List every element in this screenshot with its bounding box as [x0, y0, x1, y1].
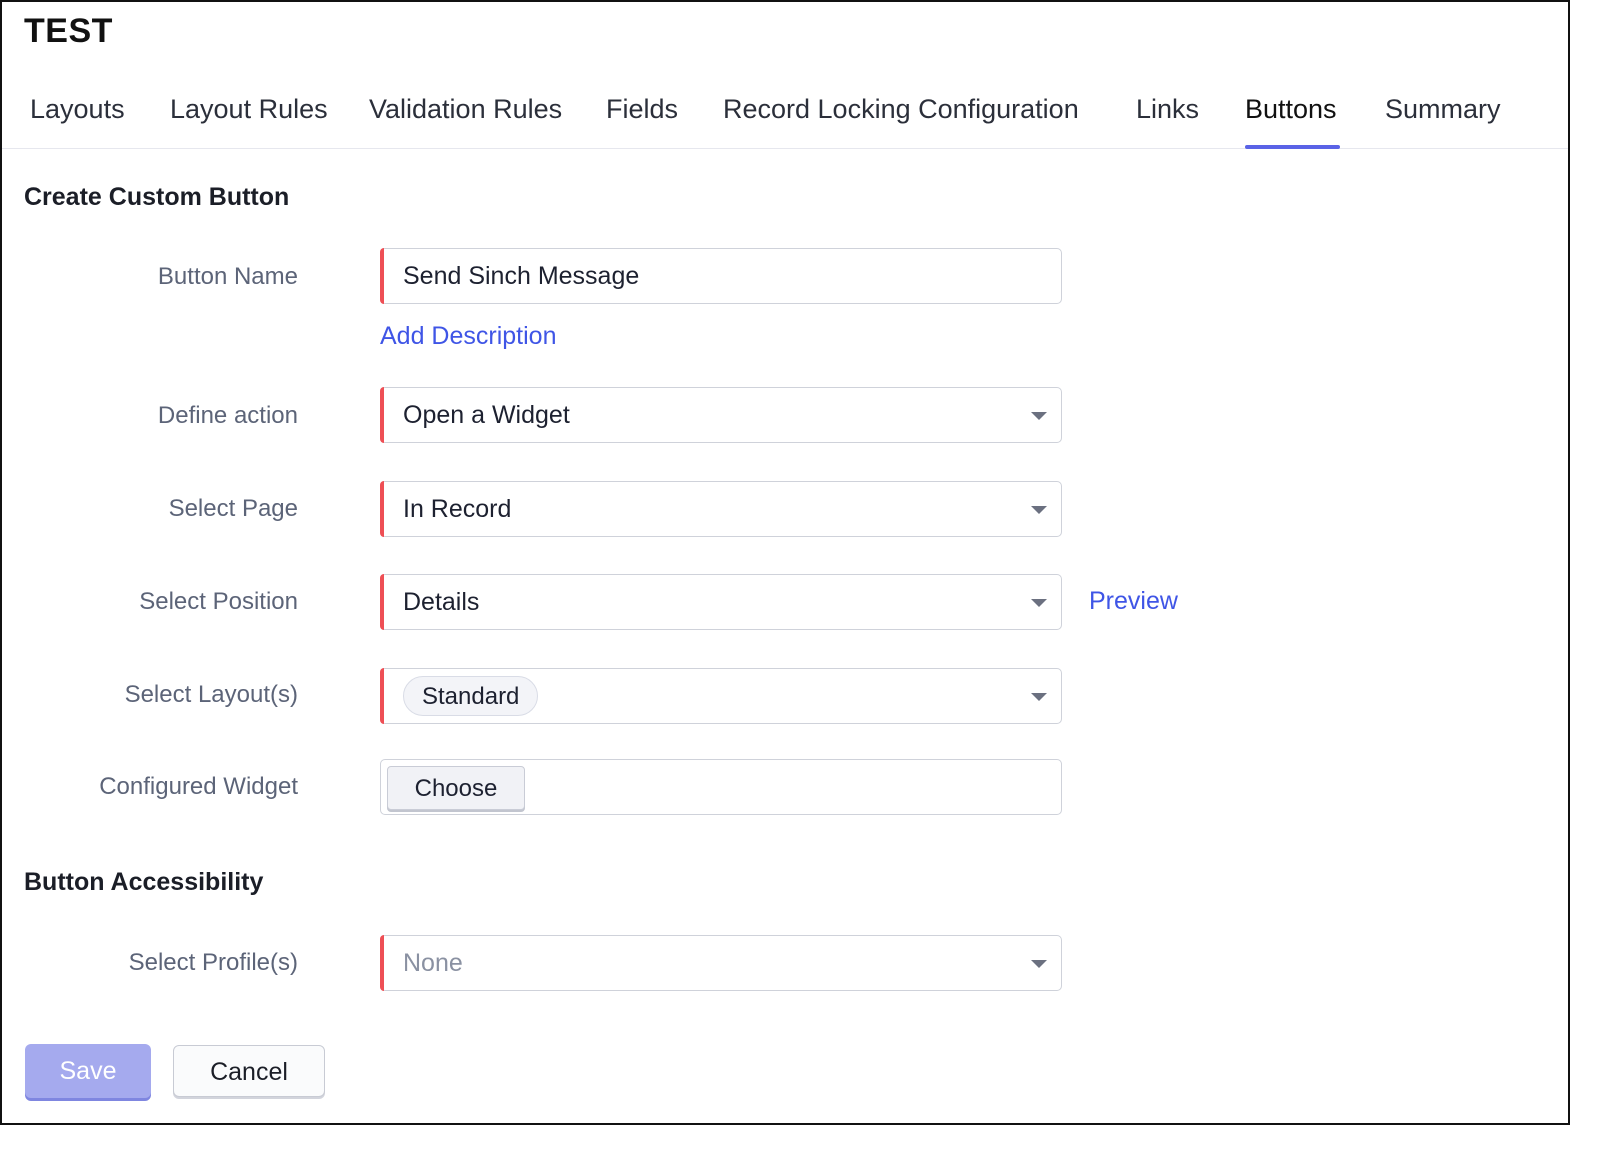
define-action-select[interactable]: Open a Widget — [380, 387, 1062, 443]
caret-down-icon — [1031, 506, 1047, 514]
add-description-link[interactable]: Add Description — [380, 322, 556, 351]
button-accessibility-heading: Button Accessibility — [24, 868, 264, 896]
preview-link[interactable]: Preview — [1089, 587, 1178, 616]
select-position-label: Select Position — [139, 588, 298, 615]
button-name-label: Button Name — [157, 263, 298, 290]
tab-record-locking-configuration[interactable]: Record Locking Configuration — [723, 94, 1079, 125]
custom-button-page: TEST Layouts Layout Rules Validation Rul… — [0, 0, 1570, 1125]
define-action-value: Open a Widget — [403, 401, 570, 429]
select-position-value: Details — [403, 588, 480, 616]
settings-tabs: Layouts Layout Rules Validation Rules Fi… — [2, 82, 1568, 149]
tab-validation-rules[interactable]: Validation Rules — [369, 94, 562, 125]
create-custom-button-heading: Create Custom Button — [24, 183, 290, 211]
select-layouts-select[interactable]: Standard — [380, 668, 1062, 724]
caret-down-icon — [1031, 412, 1047, 420]
tab-layouts[interactable]: Layouts — [30, 94, 125, 125]
caret-down-icon — [1031, 599, 1047, 607]
tab-fields[interactable]: Fields — [606, 94, 678, 125]
cancel-button[interactable]: Cancel — [173, 1045, 325, 1097]
define-action-label: Define action — [157, 402, 298, 429]
module-title: TEST — [24, 12, 113, 50]
select-layouts-label: Select Layout(s) — [124, 681, 298, 708]
select-profiles-select[interactable]: None — [380, 935, 1062, 991]
tab-summary[interactable]: Summary — [1385, 94, 1501, 125]
select-profiles-placeholder: None — [403, 949, 463, 977]
button-name-input[interactable]: Send Sinch Message — [380, 248, 1062, 304]
select-page-select[interactable]: In Record — [380, 481, 1062, 537]
select-position-select[interactable]: Details — [380, 574, 1062, 630]
select-page-label: Select Page — [168, 495, 298, 522]
tab-buttons[interactable]: Buttons — [1245, 94, 1337, 125]
caret-down-icon — [1031, 960, 1047, 968]
tab-layout-rules[interactable]: Layout Rules — [170, 94, 328, 125]
configured-widget-label: Configured Widget — [99, 773, 298, 800]
select-profiles-label: Select Profile(s) — [128, 949, 298, 976]
save-button[interactable]: Save — [25, 1044, 151, 1098]
caret-down-icon — [1031, 693, 1047, 701]
active-tab-indicator — [1245, 145, 1340, 149]
layout-chip-standard[interactable]: Standard — [403, 676, 539, 716]
choose-widget-button[interactable]: Choose — [387, 766, 525, 810]
configured-widget-field: Choose — [380, 759, 1062, 815]
select-page-value: In Record — [403, 495, 512, 523]
button-name-value: Send Sinch Message — [403, 262, 640, 290]
tab-links[interactable]: Links — [1136, 94, 1199, 125]
